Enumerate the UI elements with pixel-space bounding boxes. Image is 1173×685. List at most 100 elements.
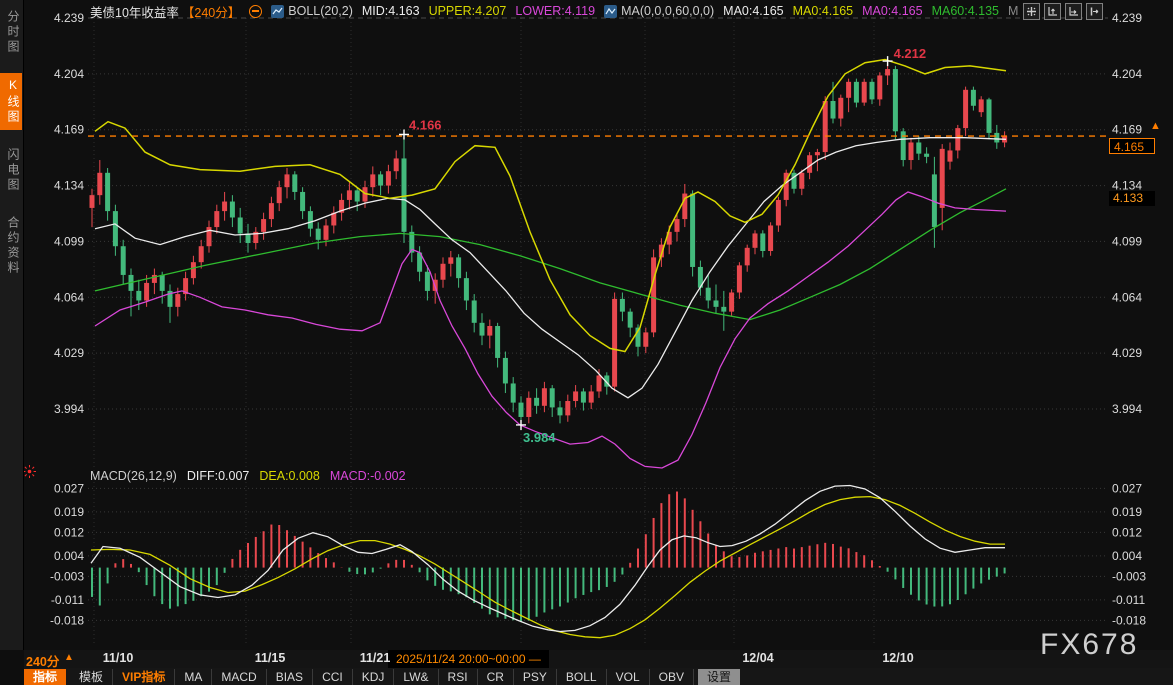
date-label-11/21: 11/21 <box>360 651 391 665</box>
candle-body <box>721 307 726 312</box>
candle-body <box>105 173 110 211</box>
toolbar-item-模板[interactable]: 模板 <box>70 669 113 685</box>
ma60-price-tag: 4.133 <box>1109 191 1155 206</box>
candle-body <box>885 69 890 75</box>
macd-axis-label-left: 0.027 <box>54 481 84 495</box>
candle-body <box>745 248 750 266</box>
candle-body <box>612 299 617 387</box>
date-label-11/15: 11/15 <box>255 651 286 665</box>
ma-chart-icon[interactable] <box>604 5 617 18</box>
candle-body <box>940 149 945 208</box>
candle-body <box>916 142 921 153</box>
toolbar-item-PSY[interactable]: PSY <box>514 669 557 685</box>
ma-group-label: MA(0,0,0,60,0,0) <box>621 4 714 18</box>
candle-body <box>565 401 570 415</box>
toolbar-item-MACD[interactable]: MACD <box>212 669 266 685</box>
y-axis-label-left: 4.204 <box>54 67 84 81</box>
candle-body <box>214 211 219 227</box>
macd-axis-label-right: 0.012 <box>1112 525 1142 539</box>
candle-body <box>495 326 500 358</box>
sidebar-tab-1[interactable]: 分时图 <box>0 5 22 60</box>
macd-axis-label-left: -0.011 <box>51 593 84 607</box>
y-axis-label-right: 4.169 <box>1112 123 1142 137</box>
y-axis-label-right: 4.029 <box>1112 346 1142 360</box>
y-axis-label-left: 4.169 <box>54 123 84 137</box>
candle-body <box>799 173 804 189</box>
candle-body <box>909 142 914 160</box>
candle-body <box>464 278 469 300</box>
ma0-yellow-value: MA0:4.165 <box>793 4 853 18</box>
candle-body <box>948 150 953 161</box>
toolbar-item-BIAS[interactable]: BIAS <box>267 669 313 685</box>
toolbar-item-KDJ[interactable]: KDJ <box>353 669 395 685</box>
candle-body <box>768 225 773 251</box>
ma0-white-value: MA0:4.165 <box>723 4 783 18</box>
y-axis-label-left: 4.064 <box>54 290 84 304</box>
macd-axis-label-right: 0.004 <box>1112 549 1142 563</box>
candle-body <box>838 98 843 119</box>
macd-axis-label-right: -0.011 <box>1112 593 1145 607</box>
pan-crosshair-icon[interactable] <box>1023 3 1040 20</box>
candle-body <box>378 174 383 185</box>
zoom-y-axis-icon[interactable] <box>1044 3 1061 20</box>
toolbar-item-OBV[interactable]: OBV <box>650 669 694 685</box>
toolbar-item-MA[interactable]: MA <box>175 669 212 685</box>
candle-body <box>987 99 992 133</box>
candle-body <box>675 219 680 232</box>
candle-body <box>394 158 399 171</box>
alert-icon[interactable] <box>22 464 37 484</box>
boll-label: BOLL(20,2) <box>288 4 353 18</box>
sidebar-tab-2[interactable]: K线图 <box>0 73 22 130</box>
toolbar-item-RSI[interactable]: RSI <box>439 669 478 685</box>
toolbar-item-CR[interactable]: CR <box>478 669 514 685</box>
macd-axis-label-left: -0.003 <box>50 569 84 583</box>
macd-axis-label-left: 0.019 <box>54 505 84 519</box>
candle-body <box>402 158 407 231</box>
price-annotation: 4.166 <box>409 118 442 133</box>
collapse-icon[interactable] <box>249 5 262 18</box>
candle-body <box>269 203 274 219</box>
toolbar-item-VOL[interactable]: VOL <box>607 669 650 685</box>
candle-body <box>854 82 859 103</box>
shift-right-icon[interactable] <box>1086 3 1103 20</box>
toolbar-item-VIP指标[interactable]: VIP指标 <box>113 669 175 685</box>
toolbar-item-设置[interactable]: 设置 <box>698 669 740 685</box>
candle-body <box>370 174 375 187</box>
candle-body <box>534 398 539 406</box>
ma0-magenta-value: MA0:4.165 <box>862 4 922 18</box>
macd-params-label: MACD(26,12,9) <box>90 469 177 483</box>
toolbar-item-CCI[interactable]: CCI <box>313 669 353 685</box>
y-axis-label-left: 4.099 <box>54 234 84 248</box>
candle-body <box>277 187 282 203</box>
chart-canvas[interactable]: 4.2394.2394.2044.2044.1694.1694.1344.134… <box>0 0 1173 650</box>
toolbar-item-指标[interactable]: 指标 <box>24 669 66 685</box>
candle-body <box>238 217 243 233</box>
candle-body <box>175 294 180 307</box>
chart-tool-buttons <box>1023 3 1103 20</box>
ma60-value: MA60:4.135 <box>932 4 999 18</box>
candle-body <box>261 219 266 232</box>
y-axis-label-right: 4.064 <box>1112 290 1142 304</box>
candle-body <box>90 195 95 208</box>
toolbar-item-LW&[interactable]: LW& <box>394 669 438 685</box>
candle-body <box>355 190 360 201</box>
candle-body <box>776 200 781 226</box>
sidebar-tab-4[interactable]: 合约资料 <box>0 211 22 281</box>
macd-diff-value: DIFF:0.007 <box>187 469 250 483</box>
sidebar-tab-3[interactable]: 闪电图 <box>0 143 22 198</box>
price-annotation: 3.984 <box>523 430 556 445</box>
zoom-x-axis-icon[interactable] <box>1065 3 1082 20</box>
toolbar-item-BOLL[interactable]: BOLL <box>557 669 607 685</box>
candle-body <box>690 194 695 267</box>
candle-body <box>324 225 329 239</box>
candle-body <box>753 233 758 247</box>
y-axis-label-right: 3.994 <box>1112 402 1142 416</box>
candle-body <box>199 246 204 262</box>
boll-chart-icon[interactable] <box>271 5 284 18</box>
candle-body <box>729 292 734 311</box>
price-up-arrow-icon: ▲ <box>1150 120 1161 132</box>
candle-body <box>425 272 430 291</box>
boll-lower-value: LOWER:4.119 <box>515 4 595 18</box>
y-axis-label-left: 3.994 <box>54 402 84 416</box>
date-label-12/04: 12/04 <box>742 651 773 665</box>
